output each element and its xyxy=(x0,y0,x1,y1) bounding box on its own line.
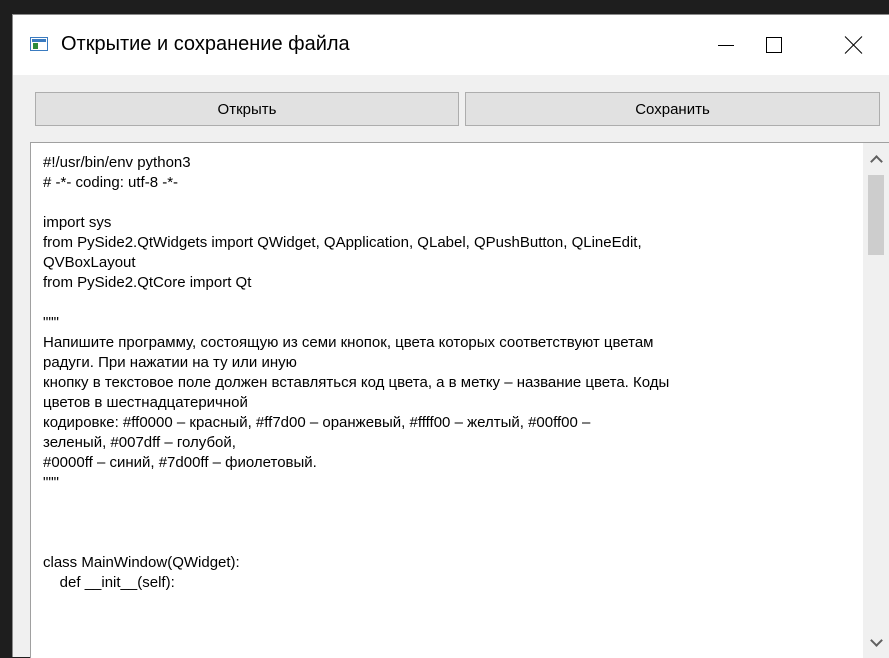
save-button[interactable]: Сохранить xyxy=(465,92,880,126)
vertical-scrollbar[interactable] xyxy=(863,143,889,658)
main-window: Открытие и сохранение файла Открыть Сохр… xyxy=(12,14,889,658)
minimize-button[interactable] xyxy=(703,15,749,75)
minimize-icon xyxy=(718,44,734,46)
maximize-icon xyxy=(766,37,782,53)
close-icon xyxy=(845,36,863,54)
window-title: Открытие и сохранение файла xyxy=(61,33,350,55)
scroll-up-button[interactable] xyxy=(863,145,889,171)
open-button[interactable]: Открыть xyxy=(35,92,459,126)
close-button[interactable] xyxy=(831,15,877,75)
chevron-down-icon xyxy=(869,633,883,647)
maximize-button[interactable] xyxy=(751,15,797,75)
text-editor[interactable]: #!/usr/bin/env python3 # -*- coding: utf… xyxy=(30,142,889,658)
title-bar[interactable]: Открытие и сохранение файла xyxy=(13,15,889,75)
scrollbar-thumb[interactable] xyxy=(868,175,884,255)
app-window-icon xyxy=(30,37,48,51)
scroll-down-button[interactable] xyxy=(863,630,889,656)
chevron-up-icon xyxy=(869,154,883,168)
editor-content[interactable]: #!/usr/bin/env python3 # -*- coding: utf… xyxy=(43,153,853,593)
